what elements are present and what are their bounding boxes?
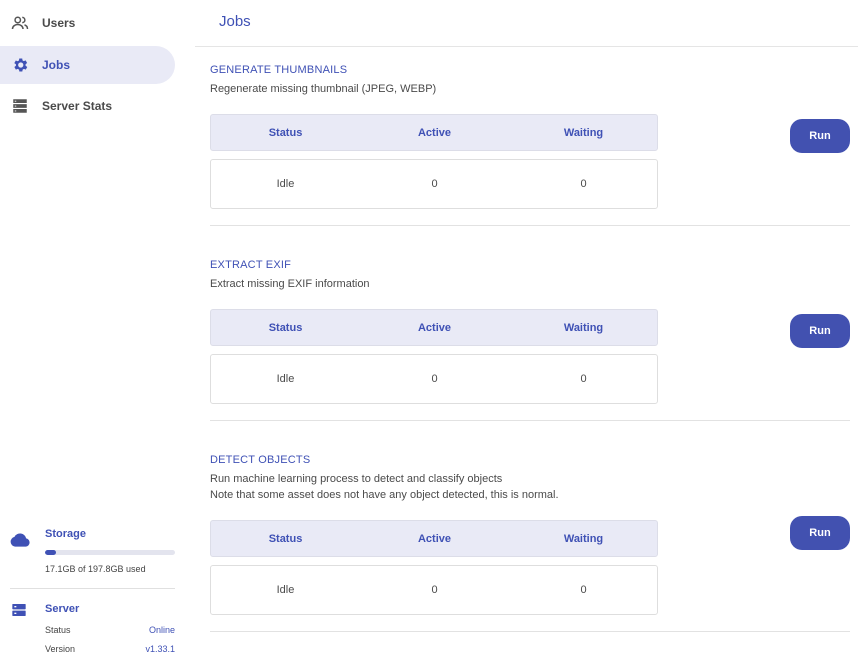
job-waiting-value: 0 xyxy=(580,584,587,596)
column-header-status: Status xyxy=(268,532,303,545)
column-header-status: Status xyxy=(268,321,303,334)
gear-icon xyxy=(11,56,29,74)
sidebar-item-users[interactable]: Users xyxy=(0,4,175,42)
storage-title: Storage xyxy=(45,528,86,540)
job-waiting-value: 0 xyxy=(580,373,587,385)
header-divider xyxy=(195,46,858,47)
table-row: Idle 0 0 xyxy=(210,354,658,404)
run-button[interactable]: Run xyxy=(790,119,850,153)
column-header-active: Active xyxy=(417,126,452,139)
job-divider xyxy=(210,225,850,226)
server-icon xyxy=(11,602,27,623)
server-status-label: Status xyxy=(45,625,71,635)
job-active-value: 0 xyxy=(431,584,438,596)
job-title: DETECT OBJECTS xyxy=(210,454,311,466)
sidebar-item-label: Jobs xyxy=(42,58,71,72)
job-table-header: Status Active Waiting xyxy=(210,309,658,346)
column-header-waiting: Waiting xyxy=(563,321,604,334)
server-status-value: Online xyxy=(148,625,175,635)
sidebar-item-label: Users xyxy=(42,16,76,30)
table-row: Idle 0 0 xyxy=(210,565,658,615)
run-button[interactable]: Run xyxy=(790,516,850,550)
page-title: Jobs xyxy=(219,13,251,30)
job-title: EXTRACT EXIF xyxy=(210,259,292,271)
column-header-status: Status xyxy=(268,126,303,139)
job-table-header: Status Active Waiting xyxy=(210,520,658,557)
column-header-waiting: Waiting xyxy=(563,532,604,545)
job-waiting-value: 0 xyxy=(580,178,587,190)
column-header-active: Active xyxy=(417,532,452,545)
job-divider xyxy=(210,420,850,421)
job-active-value: 0 xyxy=(431,178,438,190)
server-status-row: Status Online xyxy=(45,625,175,635)
job-description: Extract missing EXIF information xyxy=(210,278,370,290)
job-status-value: Idle xyxy=(276,373,295,385)
job-status-value: Idle xyxy=(276,584,295,596)
server-version-value: v1.33.1 xyxy=(145,644,175,654)
job-description: Run machine learning process to detect a… xyxy=(210,473,503,485)
cloud-icon xyxy=(10,532,30,553)
job-description-note: Note that some asset does not have any o… xyxy=(210,489,559,501)
server-version-row: Version v1.33.1 xyxy=(45,644,175,654)
column-header-waiting: Waiting xyxy=(563,126,604,139)
job-description: Regenerate missing thumbnail (JPEG, WEBP… xyxy=(210,83,437,95)
users-icon xyxy=(11,14,29,32)
column-header-active: Active xyxy=(417,321,452,334)
sidebar-item-jobs[interactable]: Jobs xyxy=(0,46,175,84)
job-active-value: 0 xyxy=(431,373,438,385)
run-button[interactable]: Run xyxy=(790,314,850,348)
storage-usage-fill xyxy=(45,550,57,555)
job-title: GENERATE THUMBNAILS xyxy=(210,64,348,76)
sidebar-divider xyxy=(10,588,175,589)
storage-usage-bar xyxy=(45,550,175,555)
sidebar: Users Jobs Server Stats Storage 17.1GB o… xyxy=(0,0,195,661)
server-version-label: Version xyxy=(45,644,76,654)
storage-usage-text: 17.1GB of 197.8GB used xyxy=(45,564,146,574)
table-row: Idle 0 0 xyxy=(210,159,658,209)
job-divider xyxy=(210,631,850,632)
server-stats-icon xyxy=(11,97,29,115)
sidebar-item-label: Server Stats xyxy=(42,99,113,113)
sidebar-item-server-stats[interactable]: Server Stats xyxy=(0,87,175,125)
job-status-value: Idle xyxy=(276,178,295,190)
job-table-header: Status Active Waiting xyxy=(210,114,658,151)
server-title: Server xyxy=(45,603,80,615)
